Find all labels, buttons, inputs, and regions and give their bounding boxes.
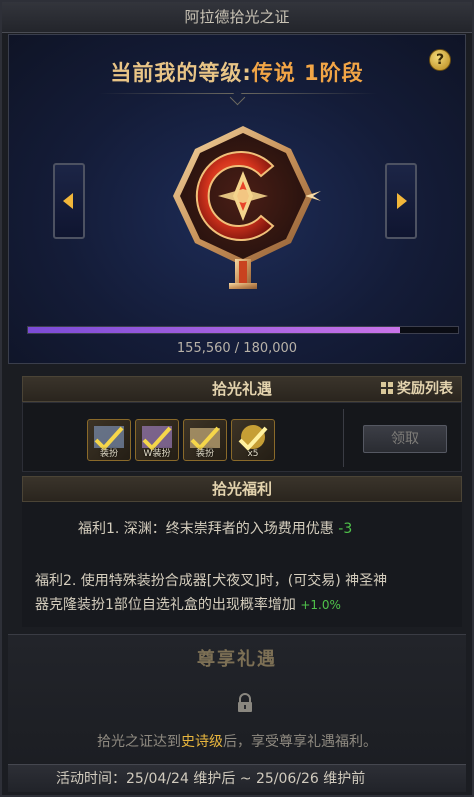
vip-title: 尊享礼遇 (197, 649, 277, 670)
reward-list-label: 奖励列表 (397, 381, 453, 397)
benefit-1-value: -3 (338, 521, 353, 537)
grid-icon (381, 382, 393, 394)
benefit-1-text: 福利1. 深渊：终末崇拜者的入场费用优惠 (78, 521, 334, 537)
reward-item-weapon-costume[interactable]: W装扮 (135, 419, 179, 461)
rank-progress-text: 155,560 / 180,000 (176, 341, 298, 356)
reward-item-gold-token[interactable]: x5 (231, 419, 275, 461)
vip-desc-prefix: 拾光之证达到 (97, 734, 181, 750)
reward-item-label: 装扮 (99, 449, 118, 459)
rank-title: 当前我的等级:传说 1阶段 (9, 57, 465, 87)
benefit-2-value: +1.0% (300, 598, 341, 612)
vip-desc-suffix: 后，享受尊享礼遇福利。 (223, 734, 377, 750)
benefit-1: 福利1. 深渊：终末崇拜者的入场费用优惠 -3 (78, 518, 352, 540)
light-proof-window: 阿拉德拾光之证 当前我的等级:传说 1阶段 ? 155,560 / 180,00… (0, 0, 474, 797)
benefit-body: 福利1. 深渊：终末崇拜者的入场费用优惠 -3 福利2. 使用特殊装扮合成器[犬… (22, 502, 462, 627)
vip-description: 拾光之证达到史诗级后，享受尊享礼遇福利。 (8, 731, 466, 751)
benefit-section-header: 拾光福利 (22, 476, 462, 502)
lock-icon (238, 693, 252, 712)
next-rank-button[interactable] (385, 163, 417, 239)
reward-list-link[interactable]: 奖励列表 (381, 377, 453, 401)
reward-row: 装扮 W装扮 装扮 x5 领取 (22, 402, 462, 472)
chevron-right-icon (397, 193, 407, 209)
reward-item-count: x5 (247, 449, 259, 459)
benefit-2-line-1: 福利2. 使用特殊装扮合成器[犬夜叉]时，(可交易) 神圣神 (35, 573, 388, 589)
reward-item-label: W装扮 (143, 449, 171, 459)
vip-desc-highlight: 史诗级 (181, 734, 223, 750)
reward-item-costume[interactable]: 装扮 (87, 419, 131, 461)
prev-rank-button[interactable] (53, 163, 85, 239)
rank-value: 传说 1阶段 (251, 61, 364, 85)
activity-time: 活动时间：25/04/24 维护后 ~ 25/06/26 维护前 (8, 764, 466, 792)
reward-divider (343, 409, 344, 467)
legend-rank-emblem-icon (173, 126, 321, 289)
rank-panel: 当前我的等级:传说 1阶段 ? 155,560 / 180,000 (8, 34, 466, 364)
benefit-2-line-2: 器克隆装扮1部位自选礼盒的出现概率增加 +1.0% (35, 594, 341, 616)
window-title: 阿拉德拾光之证 (2, 2, 472, 33)
rank-progress-bar (27, 326, 459, 334)
reward-section-title: 拾光礼遇 (211, 380, 272, 398)
rank-label: 当前我的等级: (110, 61, 252, 85)
rank-progress-fill (28, 327, 400, 333)
benefit-section-title: 拾光福利 (211, 480, 272, 498)
vip-panel: 尊享礼遇 拾光之证达到史诗级后，享受尊享礼遇福利。 (8, 634, 466, 763)
reward-item-label: 装扮 (195, 449, 214, 459)
reward-section-header: 拾光礼遇 奖励列表 (22, 376, 462, 402)
claim-button[interactable]: 领取 (363, 425, 447, 453)
chevron-left-icon (63, 193, 73, 209)
help-icon[interactable]: ? (429, 49, 451, 71)
reward-item-costume-box[interactable]: 装扮 (183, 419, 227, 461)
benefit-2-text: 器克隆装扮1部位自选礼盒的出现概率增加 (35, 597, 296, 613)
